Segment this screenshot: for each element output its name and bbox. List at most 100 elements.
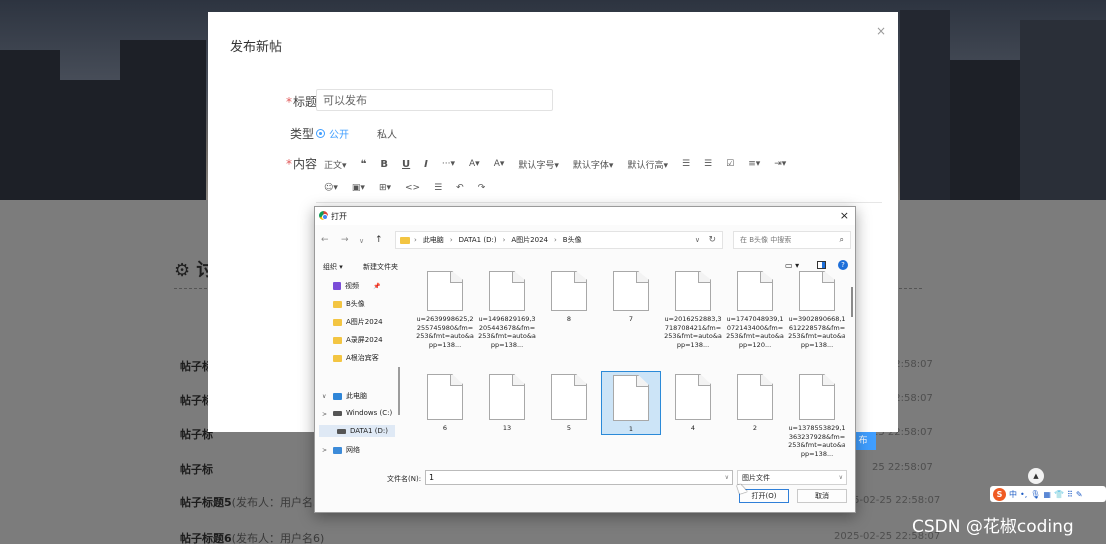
nav-item[interactable]: 网络 <box>333 445 360 455</box>
file-item[interactable]: u=1747048939,1072143400&fm=253&fmt=auto&… <box>725 271 785 349</box>
file-item[interactable]: u=3902890668,1612228578&fm=253&fmt=auto&… <box>787 271 845 349</box>
file-item[interactable]: 2 <box>725 371 785 433</box>
nav-item[interactable]: A录屏2024 <box>333 335 383 345</box>
toolbar-button[interactable]: 正文▾ <box>324 158 347 171</box>
file-name: u=1496829169,3205443678&fm=253&fmt=auto&… <box>478 315 536 349</box>
toolbar-button[interactable]: B <box>380 159 388 170</box>
address-bar[interactable]: › 此电脑 › DATA1 (D:) › A图片2024 › B头像 ∨ ↻ <box>395 231 723 249</box>
chevron-down-icon[interactable]: ∨ <box>322 393 326 400</box>
filename-input[interactable]: 1 ∨ <box>425 470 733 485</box>
breadcrumb-item[interactable]: DATA1 (D:) <box>459 236 497 244</box>
toolbar-button[interactable]: ↷ <box>478 183 486 193</box>
toolbar-button[interactable]: 默认字号▾ <box>518 158 559 171</box>
toolbar-button[interactable]: 默认行高▾ <box>627 158 668 171</box>
chevron-right-icon[interactable]: > <box>322 411 327 418</box>
file-icon <box>799 374 835 420</box>
toolbar-button[interactable]: I <box>424 159 428 170</box>
chevron-down-icon[interactable]: ∨ <box>695 236 700 244</box>
nav-item[interactable]: B头像 <box>333 299 365 309</box>
cancel-button[interactable]: 取消 <box>797 489 847 503</box>
file-item[interactable]: u=1496829169,3205443678&fm=253&fmt=auto&… <box>477 271 537 349</box>
ime-tool-icon[interactable]: 中 <box>1009 489 1017 500</box>
nav-scrollbar[interactable] <box>398 367 400 415</box>
nav-item[interactable]: A图片2024 <box>333 317 383 327</box>
post-title[interactable]: 帖子标题6 <box>180 532 232 544</box>
file-item[interactable]: 13 <box>477 371 537 433</box>
scroll-to-top-button[interactable]: ▲ <box>1028 468 1044 484</box>
folder-icon <box>333 336 342 344</box>
filetype-select[interactable]: 图片文件 ∨ <box>737 470 847 485</box>
chevron-down-icon[interactable]: ∨ <box>725 474 729 481</box>
toolbar-button[interactable]: ☺▾ <box>324 183 338 193</box>
toolbar-button[interactable]: ▣▾ <box>352 183 365 193</box>
toolbar-button[interactable]: A▾ <box>494 159 505 169</box>
file-item[interactable]: u=2016252883,3718708421&fm=253&fmt=auto&… <box>663 271 723 349</box>
radio-public[interactable]: 公开 <box>316 126 349 141</box>
toolbar-button[interactable]: ⇥▾ <box>774 159 786 169</box>
ime-tool-icon[interactable]: •, <box>1020 490 1027 499</box>
view-options-icon[interactable]: ▭ ▾ <box>785 261 799 270</box>
breadcrumb-item[interactable]: A图片2024 <box>511 235 548 245</box>
file-name: u=2016252883,3718708421&fm=253&fmt=auto&… <box>664 315 722 349</box>
ime-tool-icon[interactable]: ✎ <box>1076 490 1083 499</box>
back-icon[interactable]: ← <box>321 235 329 245</box>
nav-item[interactable]: DATA1 (D:) <box>319 425 395 437</box>
toolbar-button[interactable]: 默认字体▾ <box>573 158 614 171</box>
search-input[interactable]: 在 B头像 中搜索 ⌕ <box>733 231 851 249</box>
toolbar-button[interactable]: ≡▾ <box>748 159 760 169</box>
file-item[interactable]: 8 <box>539 271 599 324</box>
radio-private[interactable]: 私人 <box>364 126 397 141</box>
breadcrumb-item[interactable]: 此电脑 <box>423 235 444 245</box>
toolbar-button[interactable]: <> <box>405 183 420 193</box>
post-row-title[interactable]: 帖子标题6(发布人：用户名6) <box>180 530 324 544</box>
post-title[interactable]: 帖子标 <box>180 463 213 476</box>
refresh-icon[interactable]: ↻ <box>708 235 716 245</box>
post-row-title[interactable]: 帖子标 <box>180 461 213 477</box>
folder-icon <box>333 354 342 362</box>
toolbar-button[interactable]: ⊞▾ <box>379 183 391 193</box>
title-input[interactable] <box>316 89 553 111</box>
nav-item[interactable]: 此电脑 <box>333 391 367 401</box>
toolbar-button[interactable]: A▾ <box>469 159 480 169</box>
toolbar-button[interactable]: ❝ <box>361 159 367 170</box>
file-item[interactable]: u=1378553829,1363237928&fm=253&fmt=auto&… <box>787 371 845 458</box>
toolbar-button[interactable]: U <box>402 159 410 170</box>
post-row-title[interactable]: 帖子标题5(发布人：用户名5) <box>180 494 324 510</box>
help-icon[interactable]: ? <box>838 260 848 270</box>
file-item[interactable]: 1 <box>601 371 661 435</box>
ime-tool-icon[interactable]: ▦ <box>1043 490 1051 499</box>
nav-item[interactable]: A根治宾客 <box>333 353 379 363</box>
post-title[interactable]: 帖子标题5 <box>180 496 232 509</box>
file-icon <box>551 374 587 420</box>
breadcrumb-item[interactable]: B头像 <box>563 235 582 245</box>
ime-tool-icon[interactable]: ⠿ <box>1067 490 1073 499</box>
nav-item[interactable]: Windows (C:) <box>333 409 392 417</box>
file-item[interactable]: 5 <box>539 371 599 433</box>
organize-button[interactable]: 组织 ▾ <box>323 262 343 272</box>
new-folder-button[interactable]: 新建文件夹 <box>363 262 398 272</box>
nav-item-label: 视频 <box>345 282 359 290</box>
toolbar-button[interactable]: ☑ <box>726 159 734 169</box>
toolbar-button[interactable]: ···▾ <box>442 159 455 169</box>
forward-icon[interactable]: → <box>341 235 349 245</box>
close-icon[interactable]: × <box>876 24 886 38</box>
chevron-right-icon[interactable]: > <box>322 447 327 454</box>
file-scrollbar[interactable] <box>851 287 853 317</box>
recent-locations-icon[interactable]: ∨ <box>359 237 364 245</box>
file-item[interactable]: u=2639998625,2255745980&fm=253&fmt=auto&… <box>415 271 475 349</box>
nav-item[interactable]: 视频 📌 <box>333 281 380 291</box>
file-item[interactable]: 7 <box>601 271 661 324</box>
toolbar-button[interactable]: ↶ <box>456 183 464 193</box>
file-item[interactable]: 6 <box>415 371 475 433</box>
up-icon[interactable]: ↑ <box>375 235 383 245</box>
close-icon[interactable]: × <box>840 209 849 222</box>
ime-tool-icon[interactable]: 👕 <box>1054 490 1064 499</box>
toolbar-button[interactable]: ☰ <box>682 159 690 169</box>
navigation-pane: 视频 📌 B头像 A图片2024 A录屏2024 A根治宾客 ∨ 此电脑 > Windows (C… <box>315 277 401 455</box>
sogou-logo-icon[interactable]: S <box>993 487 1006 501</box>
toolbar-button[interactable]: ☰ <box>704 159 712 169</box>
toolbar-button[interactable]: ☰ <box>434 183 442 193</box>
preview-pane-icon[interactable] <box>817 261 826 269</box>
ime-tool-icon[interactable]: 🎙 <box>1030 490 1040 499</box>
file-item[interactable]: 4 <box>663 371 723 433</box>
